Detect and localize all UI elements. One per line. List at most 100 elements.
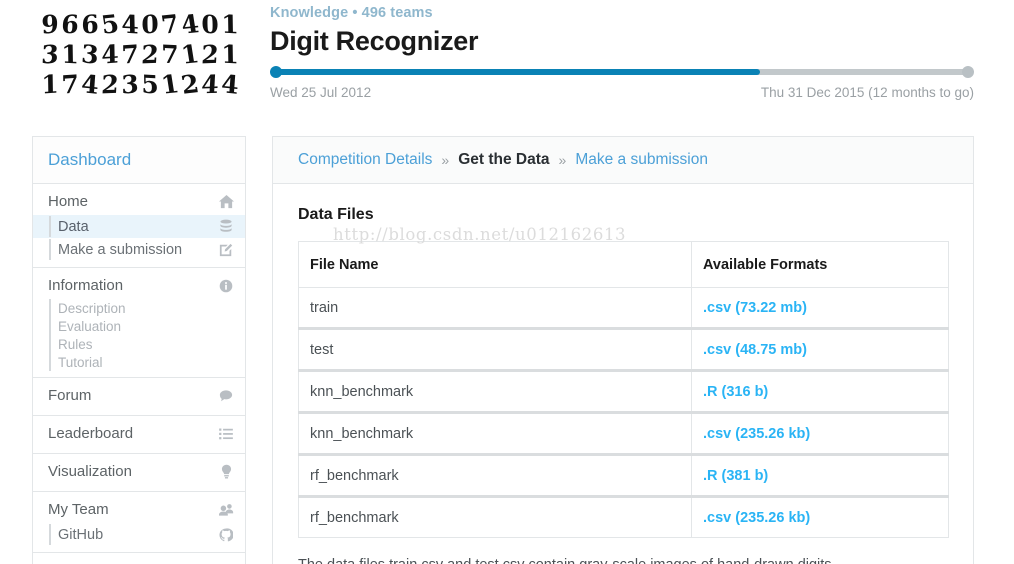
sidebar-nav: Home Data Make a submission Information Desc… [33,184,245,564]
sidebar-item-rules[interactable]: Rules [33,335,245,353]
timeline-end-date: Thu 31 Dec 2015 (12 months to go) [761,85,974,100]
digit-cell: 4 [219,68,241,100]
sidebar-item-data[interactable]: Data [33,215,245,238]
table-row: test .csv (48.75 mb) [299,329,949,371]
section-title: Data Files [298,206,948,224]
database-icon [217,218,235,236]
panel-body: http://blog.csdn.net/u012162613 Data Fil… [273,184,973,564]
column-header-available-formats: Available Formats [692,242,949,288]
digit-cell: 4 [79,68,101,100]
digit-cell: 3 [79,38,101,70]
sidebar-group: My Team GitHub [33,492,245,553]
digit-cell: 1 [40,68,60,99]
digit-cell: 6 [59,9,81,40]
sidebar-item-make-a-submission[interactable]: Make a submission [33,238,245,261]
page-root: 966540740131347271211742351244 Knowledge… [0,0,1014,564]
digit-cell: 3 [39,39,61,70]
timeline-progress-fill [276,69,760,75]
edit-icon [217,241,235,259]
cell-available-format: .csv (235.26 kb) [692,413,949,455]
sidebar-group: My Submissions [33,553,245,564]
breadcrumb-item-make-a-submission[interactable]: Make a submission [575,151,708,169]
no-icon [217,335,235,353]
sidebar-item-information[interactable]: Information [33,272,245,299]
sidebar-item-evaluation[interactable]: Evaluation [33,317,245,335]
sidebar-item-label: Information [48,277,217,294]
home-icon [217,193,235,211]
no-icon [217,353,235,371]
table-row: knn_benchmark .csv (235.26 kb) [299,413,949,455]
table-row: rf_benchmark .csv (235.26 kb) [299,497,949,538]
digit-cell: 7 [120,38,140,69]
sidebar-item-label: Visualization [48,463,217,480]
sidebar-item-leaderboard[interactable]: Leaderboard [33,420,245,447]
main-panel: Competition Details» Get the Data» Make a … [272,136,974,564]
sidebar: Dashboard Home Data Make a submission Infor… [32,136,246,564]
list-icon [217,425,235,443]
column-header-file-name: File Name [299,242,692,288]
sidebar-item-my-submissions[interactable]: My Submissions [33,557,245,564]
download-link[interactable]: .csv (235.26 kb) [703,426,810,442]
sidebar-item-github[interactable]: GitHub [33,523,245,546]
sidebar-item-visualization[interactable]: Visualization [33,458,245,485]
competition-timeline [270,66,974,78]
download-link[interactable]: .csv (73.22 mb) [703,300,807,316]
github-icon [217,526,235,544]
timeline-end-dot [962,66,974,78]
breadcrumb-item-competition-details[interactable]: Competition Details [298,151,432,169]
cell-file-name: rf_benchmark [299,497,692,538]
table-body: train .csv (73.22 mb) test .csv (48.75 mb) k… [299,288,949,538]
digit-cell: 3 [120,68,140,99]
page-title: Digit Recognizer [270,26,478,57]
sidebar-group: Leaderboard [33,416,245,454]
sidebar-item-forum[interactable]: Forum [33,382,245,409]
sidebar-item-label: Forum [48,387,217,404]
sidebar-item-label: Make a submission [58,242,217,258]
digit-cell: 4 [178,8,203,40]
cell-available-format: .R (381 b) [692,455,949,497]
sidebar-group: Forum [33,378,245,416]
cell-available-format: .R (316 b) [692,371,949,413]
table-row: rf_benchmark .R (381 b) [299,455,949,497]
data-files-table: File Name Available Formats train .csv (7… [298,241,949,538]
comment-icon [217,387,235,405]
data-description-paragraph: The data files train.csv and test.csv co… [298,554,949,564]
timeline-start-date: Wed 25 Jul 2012 [270,85,371,100]
table-header-row: File Name Available Formats [299,242,949,288]
timeline-start-dot [270,66,282,78]
digit-cell: 1 [60,38,80,69]
no-icon [217,317,235,335]
download-link[interactable]: .R (381 b) [703,468,768,484]
table-head: File Name Available Formats [299,242,949,288]
sidebar-item-tutorial[interactable]: Tutorial [33,353,245,371]
sidebar-item-my-team[interactable]: My Team [33,496,245,523]
cell-available-format: .csv (235.26 kb) [692,497,949,538]
sidebar-item-home[interactable]: Home [33,188,245,215]
users-icon [217,501,235,519]
no-icon [217,299,235,317]
cell-file-name: test [299,329,692,371]
cell-file-name: train [299,288,692,329]
cell-file-name: rf_benchmark [299,455,692,497]
handwritten-digit-grid: 966540740131347271211742351244 [40,9,240,99]
cell-available-format: .csv (48.75 mb) [692,329,949,371]
table-row: train .csv (73.22 mb) [299,288,949,329]
sidebar-title[interactable]: Dashboard [33,137,245,184]
download-link[interactable]: .csv (235.26 kb) [703,510,810,526]
sidebar-item-description[interactable]: Description [33,299,245,317]
digit-cell: 9 [40,8,60,39]
lightbulb-icon [217,463,235,481]
download-link[interactable]: .R (316 b) [703,384,768,400]
cell-file-name: knn_benchmark [299,413,692,455]
cell-available-format: .csv (73.22 mb) [692,288,949,329]
digit-cell: 4 [120,8,140,39]
digit-cell: 5 [98,8,123,40]
sidebar-item-label: GitHub [58,527,217,543]
digit-cell: 2 [139,39,161,70]
sidebar-item-label: Description [58,301,217,316]
competition-meta: Knowledge • 496 teams [270,5,433,21]
sidebar-item-label: Home [48,193,217,210]
breadcrumb: Competition Details » Get the Data » Make a … [273,137,973,184]
download-link[interactable]: .csv (48.75 mb) [703,342,807,358]
table-row: knn_benchmark .R (316 b) [299,371,949,413]
